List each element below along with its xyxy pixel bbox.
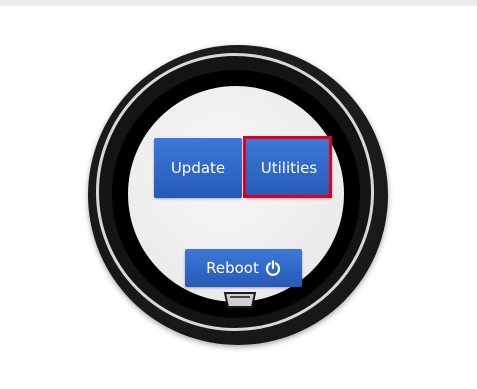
screenshot-stage: Update Utilities Reboot <box>0 0 477 389</box>
top-strip <box>0 0 477 6</box>
update-button[interactable]: Update <box>154 138 242 198</box>
utilities-button-label: Utilities <box>260 159 318 177</box>
reboot-button[interactable]: Reboot <box>185 249 302 287</box>
utilities-button[interactable]: Utilities <box>246 138 332 198</box>
reboot-button-label: Reboot <box>206 259 259 277</box>
port-icon <box>222 291 258 309</box>
update-button-label: Update <box>170 159 226 177</box>
power-icon <box>265 260 281 276</box>
